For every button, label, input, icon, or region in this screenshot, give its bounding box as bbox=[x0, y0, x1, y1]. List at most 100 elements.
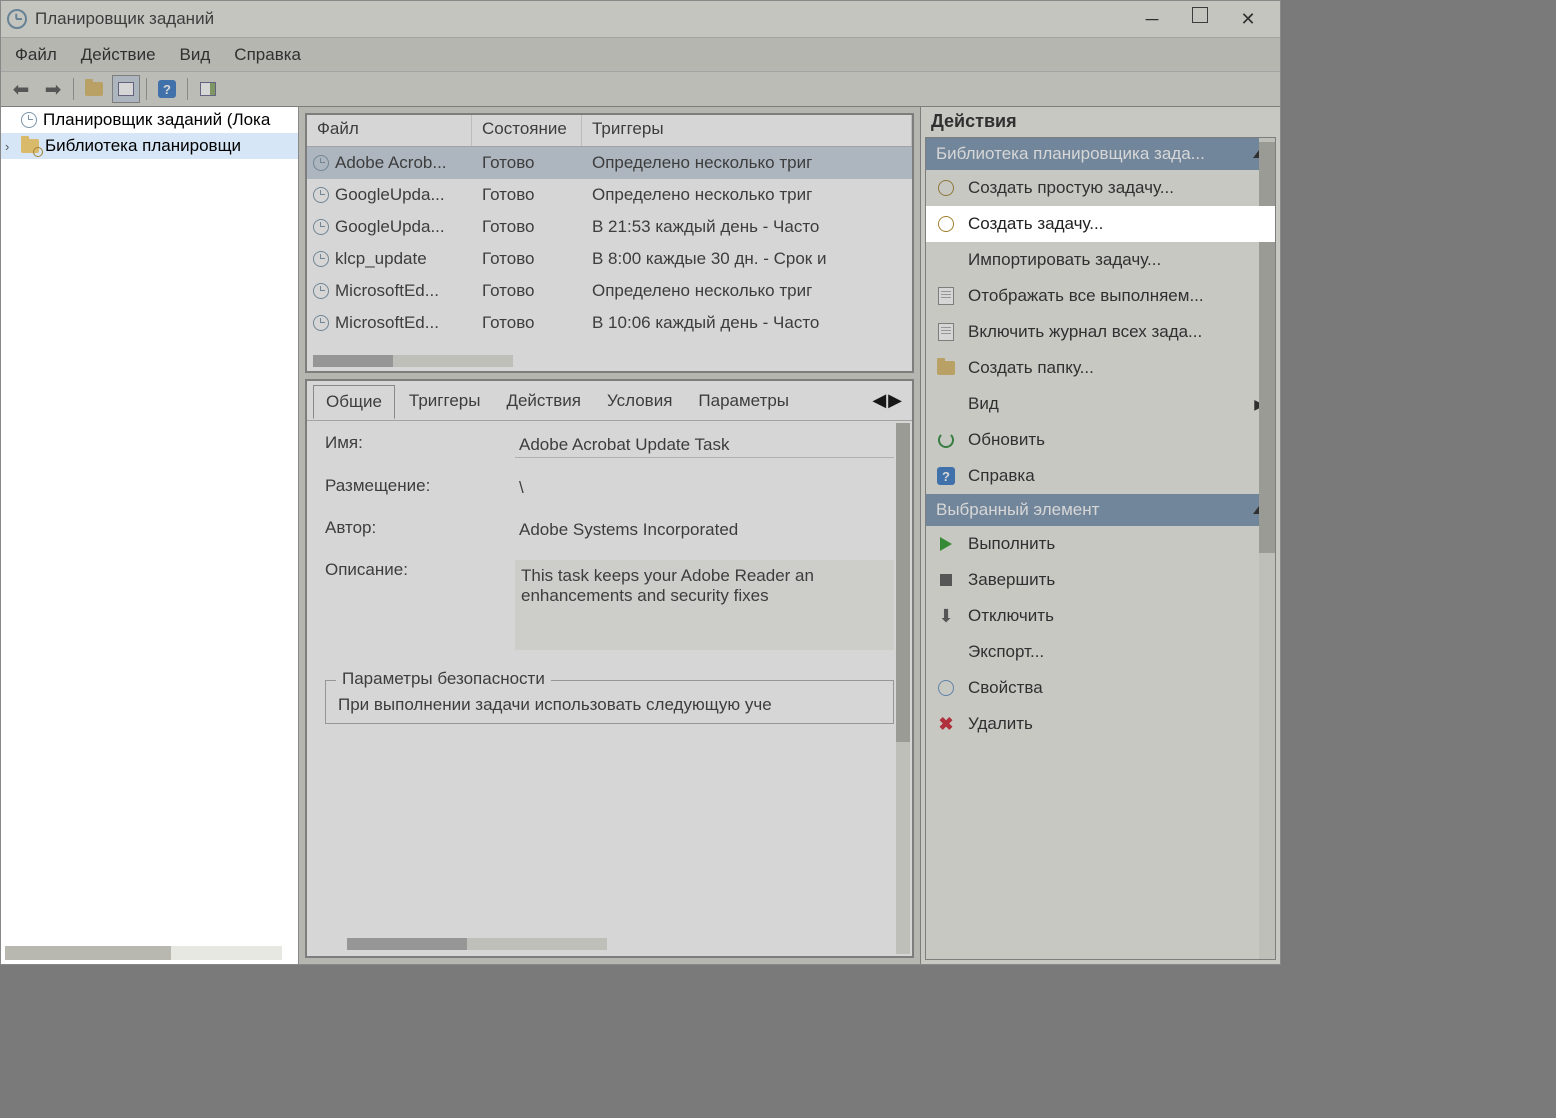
action-label: Вид bbox=[968, 394, 999, 414]
action-item[interactable]: Экспорт... bbox=[926, 634, 1275, 670]
action-item[interactable]: Завершить bbox=[926, 562, 1275, 598]
action-item[interactable]: Создать задачу... bbox=[926, 206, 1275, 242]
value-description: This task keeps your Adobe Reader an enh… bbox=[515, 560, 894, 650]
actions-selected-header[interactable]: Выбранный элемент bbox=[926, 494, 1275, 526]
menu-action[interactable]: Действие bbox=[81, 45, 156, 65]
page-icon bbox=[936, 286, 956, 306]
actions-library-header[interactable]: Библиотека планировщика зада... bbox=[926, 138, 1275, 170]
actions-selected-header-label: Выбранный элемент bbox=[936, 500, 1099, 520]
menubar: Файл Действие Вид Справка bbox=[1, 37, 1280, 71]
maximize-button[interactable] bbox=[1192, 7, 1208, 23]
action-item[interactable]: Создать простую задачу... bbox=[926, 170, 1275, 206]
action-label: Завершить bbox=[968, 570, 1055, 590]
window-title: Планировщик заданий bbox=[35, 9, 214, 29]
task-row[interactable]: GoogleUpda...ГотовоОпределено несколько … bbox=[307, 179, 912, 211]
tree-root-label: Планировщик заданий (Лока bbox=[43, 110, 270, 130]
task-trigger: Определено несколько триг bbox=[582, 185, 912, 205]
detail-hscrollbar[interactable] bbox=[347, 938, 607, 950]
col-file-header[interactable]: Файл bbox=[307, 115, 472, 146]
nav-forward-button[interactable]: ➡ bbox=[39, 75, 67, 103]
detail-tabs: Общие Триггеры Действия Условия Параметр… bbox=[307, 381, 912, 421]
blank-icon bbox=[936, 250, 956, 270]
task-row[interactable]: MicrosoftEd...ГотовоОпределено несколько… bbox=[307, 275, 912, 307]
action-label: Создать папку... bbox=[968, 358, 1094, 378]
actions-vscrollbar[interactable] bbox=[1259, 138, 1275, 959]
clock-icon bbox=[936, 678, 956, 698]
task-row[interactable]: klcp_updateГотовоВ 8:00 каждые 30 дн. - … bbox=[307, 243, 912, 275]
action-label: Выполнить bbox=[968, 534, 1055, 554]
action-item[interactable]: ⬇Отключить bbox=[926, 598, 1275, 634]
clock-icon bbox=[313, 187, 329, 203]
action-item[interactable]: Выполнить bbox=[926, 526, 1275, 562]
action-item[interactable]: Отображать все выполняем... bbox=[926, 278, 1275, 314]
folder-icon bbox=[936, 358, 956, 378]
actions-pane-button[interactable] bbox=[194, 75, 222, 103]
action-item[interactable]: Включить журнал всех зада... bbox=[926, 314, 1275, 350]
titlebar: Планировщик заданий ─ ✕ bbox=[1, 1, 1280, 37]
action-item[interactable]: ?Справка bbox=[926, 458, 1275, 494]
security-legend: Параметры безопасности bbox=[336, 669, 551, 689]
action-item[interactable]: Свойства bbox=[926, 670, 1275, 706]
action-label: Создать задачу... bbox=[968, 214, 1103, 234]
detail-vscrollbar[interactable] bbox=[896, 423, 910, 954]
stop-icon bbox=[936, 570, 956, 590]
task-trigger: Определено несколько триг bbox=[582, 153, 912, 173]
task-row[interactable]: Adobe Acrob...ГотовоОпределено несколько… bbox=[307, 147, 912, 179]
action-item[interactable]: Создать папку... bbox=[926, 350, 1275, 386]
tree-hscrollbar[interactable] bbox=[5, 946, 282, 960]
value-location: \ bbox=[515, 476, 894, 500]
detail-pane: Общие Триггеры Действия Условия Параметр… bbox=[305, 379, 914, 958]
task-name: klcp_update bbox=[335, 249, 427, 269]
task-row[interactable]: MicrosoftEd...ГотовоВ 10:06 каждый день … bbox=[307, 307, 912, 339]
clock-icon bbox=[313, 315, 329, 331]
col-triggers-header[interactable]: Триггеры bbox=[582, 115, 912, 146]
label-description: Описание: bbox=[325, 560, 515, 650]
up-folder-button[interactable] bbox=[80, 75, 108, 103]
clock-icon bbox=[936, 214, 956, 234]
action-item[interactable]: Импортировать задачу... bbox=[926, 242, 1275, 278]
clock-icon bbox=[313, 283, 329, 299]
close-button[interactable]: ✕ bbox=[1236, 7, 1260, 31]
tree-library-label: Библиотека планировщи bbox=[45, 136, 241, 156]
task-trigger: В 21:53 каждый день - Часто bbox=[582, 217, 912, 237]
menu-help[interactable]: Справка bbox=[234, 45, 301, 65]
task-state: Готово bbox=[472, 313, 582, 333]
minimize-button[interactable]: ─ bbox=[1140, 7, 1164, 31]
task-state: Готово bbox=[472, 281, 582, 301]
tab-settings[interactable]: Параметры bbox=[686, 385, 801, 417]
task-state: Готово bbox=[472, 249, 582, 269]
menu-file[interactable]: Файл bbox=[15, 45, 57, 65]
action-label: Справка bbox=[968, 466, 1035, 486]
action-item[interactable]: ✖Удалить bbox=[926, 706, 1275, 742]
tab-general[interactable]: Общие bbox=[313, 385, 395, 419]
toolbar: ⬅ ➡ ? bbox=[1, 71, 1280, 107]
nav-back-button[interactable]: ⬅ bbox=[7, 75, 35, 103]
action-label: Создать простую задачу... bbox=[968, 178, 1174, 198]
col-state-header[interactable]: Состояние bbox=[472, 115, 582, 146]
blank-icon bbox=[936, 642, 956, 662]
tab-scroll-left-icon[interactable]: ◀ bbox=[872, 390, 886, 411]
action-item[interactable]: Вид▶ bbox=[926, 386, 1275, 422]
tree-library[interactable]: › Библиотека планировщи bbox=[1, 133, 298, 159]
task-state: Готово bbox=[472, 153, 582, 173]
menu-view[interactable]: Вид bbox=[180, 45, 211, 65]
tree-root[interactable]: Планировщик заданий (Лока bbox=[1, 107, 298, 133]
app-clock-icon bbox=[7, 9, 27, 29]
task-state: Готово bbox=[472, 217, 582, 237]
task-row[interactable]: GoogleUpda... ГотовоВ 21:53 каждый день -… bbox=[307, 211, 912, 243]
arrow-down-icon: ⬇ bbox=[936, 606, 956, 626]
tab-scroll-right-icon[interactable]: ▶ bbox=[888, 390, 902, 411]
refresh-icon bbox=[936, 430, 956, 450]
tab-conditions[interactable]: Условия bbox=[595, 385, 684, 417]
tasklist-hscrollbar[interactable] bbox=[313, 355, 513, 367]
tree-pane: Планировщик заданий (Лока › Библиотека п… bbox=[1, 107, 299, 964]
action-item[interactable]: Обновить bbox=[926, 422, 1275, 458]
tab-actions[interactable]: Действия bbox=[494, 385, 592, 417]
folder-icon bbox=[21, 139, 39, 153]
tab-triggers[interactable]: Триггеры bbox=[397, 385, 493, 417]
console-tree-button[interactable] bbox=[112, 75, 140, 103]
label-name: Имя: bbox=[325, 433, 515, 458]
actions-pane: Действия Библиотека планировщика зада...… bbox=[920, 107, 1280, 964]
task-name: GoogleUpda... bbox=[335, 217, 445, 237]
help-toolbar-button[interactable]: ? bbox=[153, 75, 181, 103]
